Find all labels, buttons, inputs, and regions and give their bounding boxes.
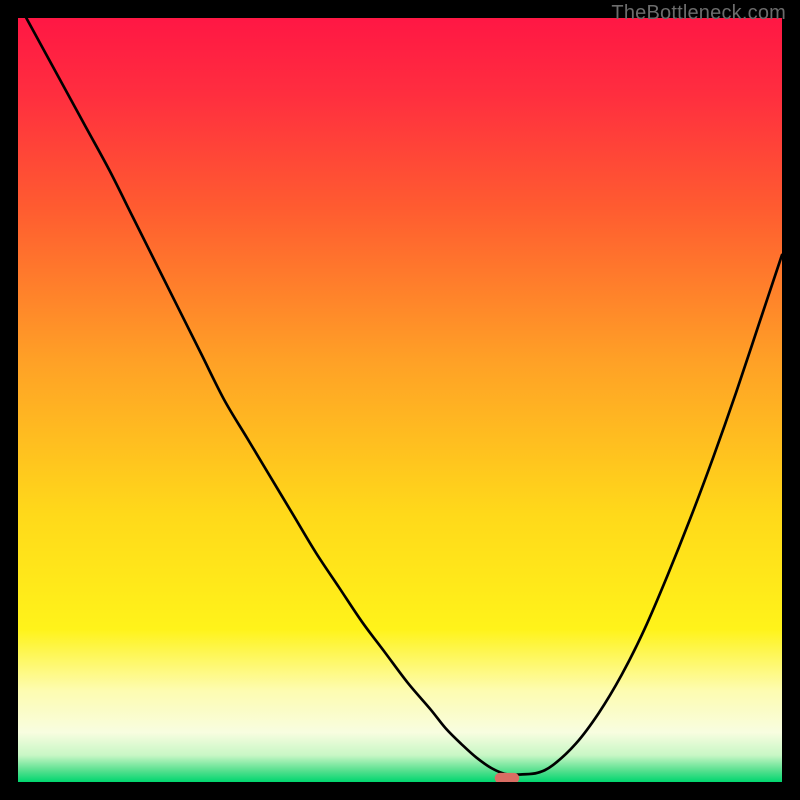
- chart-frame: TheBottleneck.com: [0, 0, 800, 800]
- gradient-background: [18, 18, 782, 782]
- optimal-marker: [495, 773, 519, 782]
- bottleneck-chart: [18, 18, 782, 782]
- attribution-label: TheBottleneck.com: [611, 2, 786, 25]
